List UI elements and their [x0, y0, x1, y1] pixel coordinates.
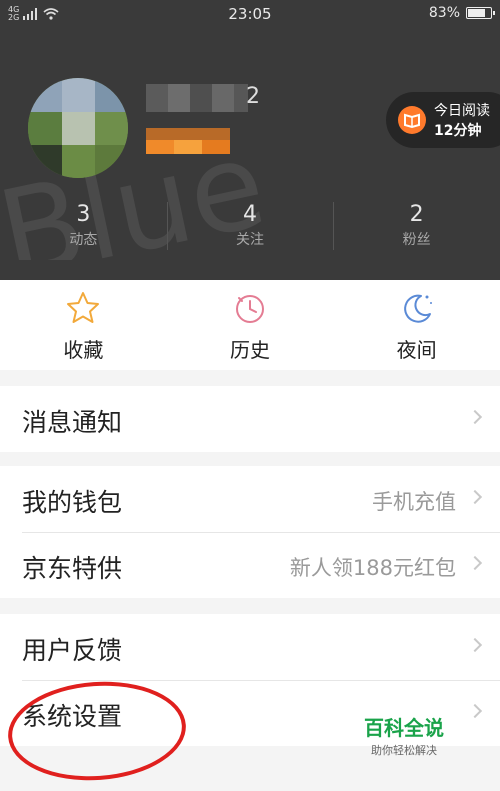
night-mode-label: 夜间 — [396, 338, 437, 362]
menu-group-notifications: 消息通知 — [0, 386, 500, 452]
level-badge-mosaic — [146, 128, 230, 154]
chevron-right-icon — [467, 409, 483, 425]
chevron-right-icon — [467, 637, 483, 653]
stat-value: 2 — [409, 202, 424, 227]
stat-value: 3 — [76, 202, 91, 227]
reading-duration: 12分钟 — [434, 123, 482, 139]
moon-icon — [403, 294, 432, 323]
status-bar: 4G 2G 23:05 83% — [0, 0, 500, 28]
today-reading-button[interactable]: 今日阅读 12分钟 — [386, 92, 500, 148]
stat-label: 关注 — [236, 232, 264, 248]
stat-followers[interactable]: 2 粉丝 — [333, 196, 500, 256]
night-mode-button[interactable]: 夜间 — [333, 280, 500, 370]
favorites-button[interactable]: 收藏 — [0, 280, 167, 370]
star-icon — [67, 292, 100, 323]
reading-title: 今日阅读 — [434, 103, 490, 119]
menu-item-notifications[interactable]: 消息通知 — [0, 386, 500, 452]
stat-label: 动态 — [69, 232, 98, 248]
username-suffix: 2 — [246, 84, 260, 109]
menu-item-value: 手机充值 — [372, 490, 456, 514]
menu-group-wallet: 我的钱包 手机充值 京东特供 新人领188元红包 — [0, 466, 500, 598]
menu-item-jd-special[interactable]: 京东特供 新人领188元红包 — [0, 532, 500, 598]
stat-posts[interactable]: 3 动态 — [0, 196, 167, 256]
history-label: 历史 — [230, 338, 270, 362]
favorites-label: 收藏 — [63, 338, 104, 362]
book-icon — [398, 106, 426, 134]
menu-item-label: 京东特供 — [22, 554, 123, 583]
watermark-title: 百科全说 — [364, 716, 444, 740]
menu-item-label: 消息通知 — [22, 408, 123, 437]
username-mosaic: 2 — [146, 84, 260, 112]
menu-item-wallet[interactable]: 我的钱包 手机充值 — [0, 466, 500, 532]
stat-label: 粉丝 — [402, 232, 431, 248]
battery-icon — [466, 7, 495, 19]
menu-item-feedback[interactable]: 用户反馈 — [0, 614, 500, 680]
menu-item-label: 用户反馈 — [22, 636, 123, 665]
stat-following[interactable]: 4 关注 — [166, 196, 334, 256]
clock-icon — [236, 295, 264, 323]
quick-actions: 收藏 历史 夜间 — [0, 280, 500, 370]
stats-bar: 3 动态 4 关注 2 粉丝 — [0, 196, 500, 256]
menu-item-value: 新人领188元红包 — [289, 556, 456, 580]
battery-percent: 83% — [428, 5, 460, 21]
menu-item-label: 我的钱包 — [22, 488, 123, 517]
chevron-right-icon — [467, 703, 483, 719]
watermark-logo: 百科全说 助你轻松解决 — [352, 712, 456, 764]
watermark-subtitle: 助你轻松解决 — [371, 744, 437, 757]
avatar[interactable] — [28, 78, 128, 178]
history-button[interactable]: 历史 — [167, 280, 334, 370]
chevron-right-icon — [467, 489, 483, 505]
stat-value: 4 — [243, 202, 257, 227]
profile-header: Blue 4G 2G 23:05 83% 2 今日阅读 12分钟 3 动态 4 … — [0, 0, 500, 280]
chevron-right-icon — [467, 555, 483, 571]
clock: 23:05 — [228, 5, 272, 23]
